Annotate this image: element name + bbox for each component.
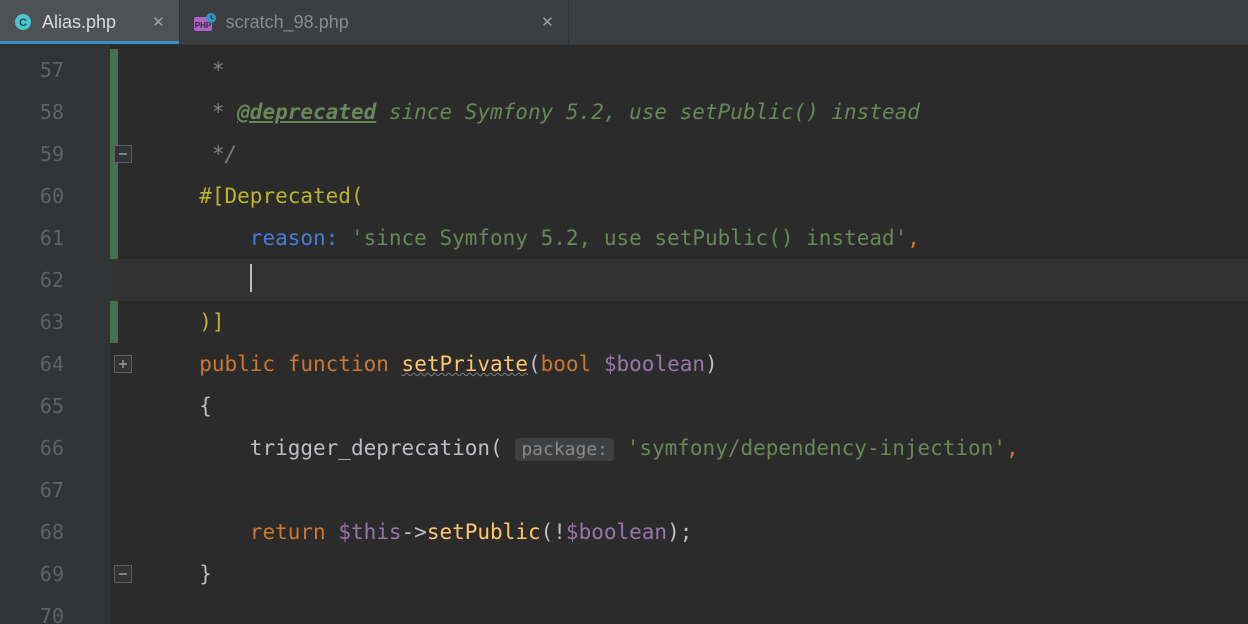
line-number: 67 (0, 469, 110, 511)
line-number: 58 (0, 91, 110, 133)
line-number: 68 (0, 511, 110, 553)
editor-tabs: C Alias.php ✕ PHP scratch_98.php ✕ (0, 0, 1248, 45)
line-number: 63 (0, 301, 110, 343)
line-number: 62 (0, 259, 110, 301)
code-editor[interactable]: 57 58 59 60 61 62 63 64 65 66 67 68 69 7… (0, 45, 1248, 624)
line-number-gutter: 57 58 59 60 61 62 63 64 65 66 67 68 69 7… (0, 45, 110, 624)
file-tab-inactive[interactable]: PHP scratch_98.php ✕ (180, 0, 569, 44)
fold-close-icon[interactable] (114, 565, 132, 583)
fold-open-icon[interactable] (114, 355, 132, 373)
line-number: 60 (0, 175, 110, 217)
line-number: 69 (0, 553, 110, 595)
file-tab-active[interactable]: C Alias.php ✕ (0, 0, 180, 44)
parameter-hint: package: (515, 438, 614, 461)
tab-label: scratch_98.php (226, 12, 349, 33)
close-icon[interactable]: ✕ (152, 15, 165, 30)
line-number: 57 (0, 49, 110, 91)
svg-text:C: C (19, 17, 27, 29)
fold-close-icon[interactable] (114, 145, 132, 163)
php-scratch-icon: PHP (194, 13, 216, 31)
line-number: 59 (0, 133, 110, 175)
code-area[interactable]: * * @deprecated since Symfony 5.2, use s… (110, 45, 1248, 624)
tab-label: Alias.php (42, 12, 116, 33)
line-number: 70 (0, 595, 110, 624)
close-icon[interactable]: ✕ (541, 15, 554, 30)
line-number: 66 (0, 427, 110, 469)
text-caret (250, 264, 252, 292)
line-number: 65 (0, 385, 110, 427)
code-text[interactable]: * * @deprecated since Symfony 5.2, use s… (110, 49, 1248, 624)
line-number: 64 (0, 343, 110, 385)
line-number: 61 (0, 217, 110, 259)
class-file-icon: C (14, 13, 32, 31)
